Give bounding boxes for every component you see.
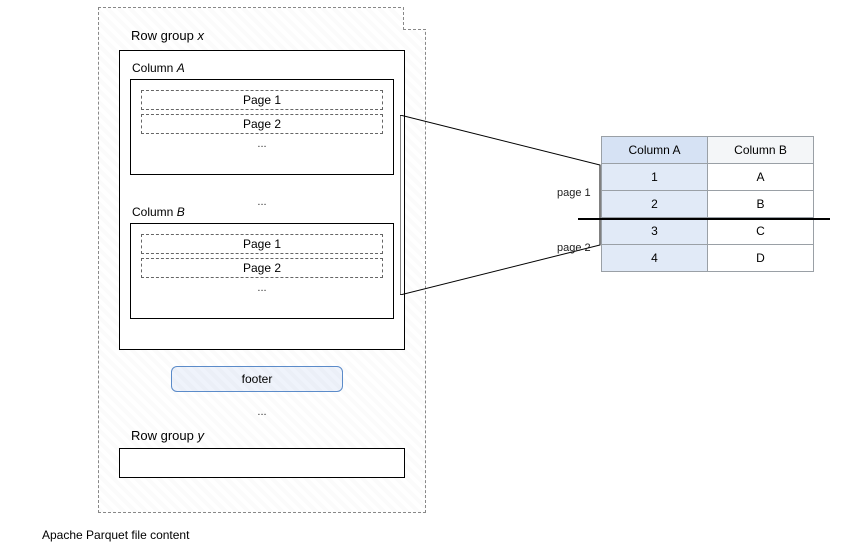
row-group-y-label-prefix: Row group — [131, 428, 197, 443]
table-row: 1 A — [602, 164, 814, 191]
table-header-col-a: Column A — [602, 137, 708, 164]
column-b-ellipsis: ... — [131, 282, 393, 294]
table-row: 4 D — [602, 245, 814, 272]
column-a-box: Page 1 Page 2 ... — [130, 79, 394, 175]
example-table: Column A Column B 1 A 2 B 3 C 4 D — [601, 136, 814, 272]
table-page-1-label: page 1 — [557, 187, 591, 199]
column-b-var: B — [177, 205, 185, 219]
row-group-y-label: Row group y — [131, 428, 204, 443]
column-b-label-prefix: Column — [132, 205, 177, 219]
row-group-y-var: y — [197, 428, 204, 443]
table-header-row: Column A Column B — [602, 137, 814, 164]
table-cell-a: 2 — [602, 191, 708, 218]
table-page-2-label: page 2 — [557, 242, 591, 254]
column-a-label-prefix: Column — [132, 61, 177, 75]
row-group-x-label-prefix: Row group — [131, 28, 197, 43]
column-a-page-1: Page 1 — [141, 90, 383, 110]
row-group-x-label: Row group x — [131, 28, 204, 43]
table-cell-b: D — [708, 245, 814, 272]
column-b-page-1: Page 1 — [141, 234, 383, 254]
table-cell-b: A — [708, 164, 814, 191]
table-cell-a: 1 — [602, 164, 708, 191]
column-a-page-2: Page 2 — [141, 114, 383, 134]
column-b-page-2: Page 2 — [141, 258, 383, 278]
column-b-label: Column B — [132, 205, 185, 219]
column-a-label: Column A — [132, 61, 185, 75]
column-a-var: A — [177, 61, 185, 75]
callout-connector — [400, 115, 620, 295]
column-a-ellipsis: ... — [131, 138, 393, 150]
row-group-x-box: Column A Page 1 Page 2 ... ... Column B … — [119, 50, 405, 350]
table-cell-a: 4 — [602, 245, 708, 272]
row-group-y-box — [119, 448, 405, 478]
table-cell-a: 3 — [602, 218, 708, 245]
footer-box: footer — [171, 366, 343, 392]
table-row: 2 B — [602, 191, 814, 218]
file-caption: Apache Parquet file content — [42, 528, 189, 542]
table-cell-b: B — [708, 191, 814, 218]
table-header-col-b: Column B — [708, 137, 814, 164]
parquet-file-container: Row group x Column A Page 1 Page 2 ... .… — [98, 7, 426, 513]
table-cell-b: C — [708, 218, 814, 245]
table-row: 3 C — [602, 218, 814, 245]
row-group-x-var: x — [197, 28, 204, 43]
file-ellipsis: ... — [99, 406, 425, 418]
column-b-box: Page 1 Page 2 ... — [130, 223, 394, 319]
